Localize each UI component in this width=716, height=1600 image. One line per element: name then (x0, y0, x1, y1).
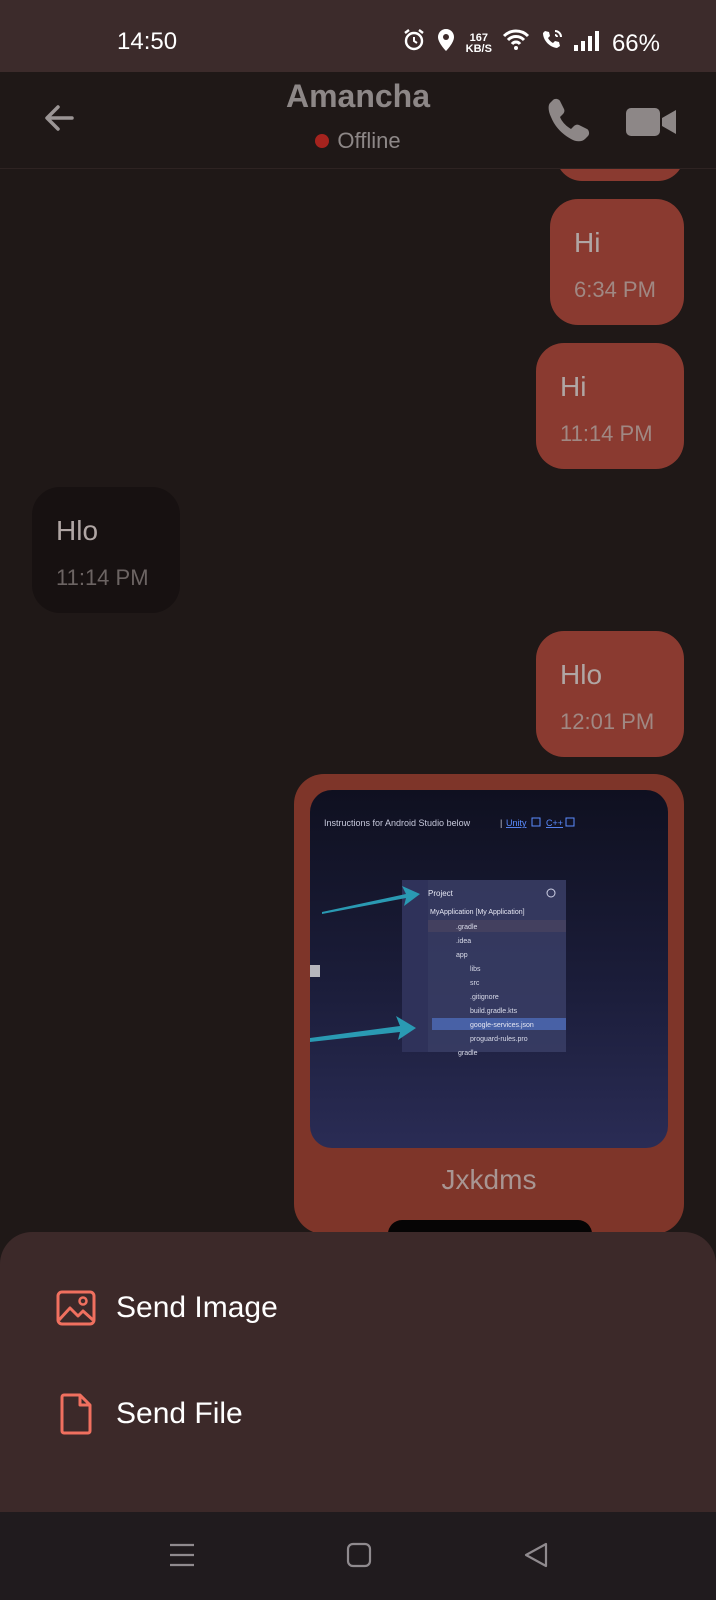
svg-text:google-services.json: google-services.json (470, 1022, 534, 1029)
svg-text:.gitignore: .gitignore (470, 994, 499, 1001)
message-time: 11:14 PM (560, 421, 653, 446)
send-file-label: Send File (116, 1397, 243, 1430)
svg-text:libs: libs (470, 966, 481, 973)
arrow-annotation (310, 1016, 416, 1042)
presence-status: Offline (0, 128, 716, 154)
message-image[interactable]: Instructions for Android Studio below | … (310, 790, 668, 1148)
network-speed: 167 KB/S (465, 31, 492, 55)
presence-dot (315, 134, 330, 148)
message-time: 6:34 PM (574, 277, 656, 302)
system-nav-bar (0, 1512, 716, 1600)
contact-name[interactable]: Amancha (0, 78, 716, 115)
screenshot-link-unity: Unity (506, 818, 527, 828)
voice-call-button[interactable] (544, 94, 596, 146)
message-list[interactable]: Hi 6:34 PM Hi 11:14 PM Hlo 11:14 PM Hlo … (0, 169, 716, 1232)
back-nav-button[interactable] (522, 1541, 550, 1574)
clock: 14:50 (117, 28, 178, 55)
location-icon (436, 28, 456, 59)
battery-level: 66% (611, 29, 660, 57)
message-bubble-outgoing[interactable]: Hi 11:14 PM (536, 343, 684, 469)
net-speed-value: 167 (469, 31, 488, 44)
menu-icon (170, 1543, 194, 1567)
home-button[interactable] (346, 1542, 372, 1573)
svg-text:build.gradle.kts: build.gradle.kts (470, 1008, 518, 1015)
screenshot-panel-title: Project (428, 889, 454, 898)
send-image-option[interactable]: Send Image (56, 1276, 656, 1340)
status-bar: 14:50 167 KB/S 66% (0, 0, 716, 72)
video-call-button[interactable] (624, 96, 678, 148)
recents-button[interactable] (168, 1542, 196, 1573)
message-bubble-outgoing[interactable]: Hlo 12:01 PM (536, 631, 684, 757)
attachment-sheet: Send Image Send File (0, 1232, 716, 1512)
svg-text:|: | (500, 818, 502, 828)
send-image-label: Send Image (116, 1291, 278, 1324)
send-file-option[interactable]: Send File (56, 1382, 656, 1446)
presence-label: Offline (337, 128, 401, 153)
triangle-back-icon (524, 1542, 548, 1568)
svg-text:app: app (456, 952, 468, 959)
square-icon (346, 1542, 372, 1568)
svg-text:src: src (470, 980, 480, 987)
message-bubble-partial (556, 169, 684, 181)
message-time: 12:01 PM (560, 709, 655, 734)
video-camera-icon (626, 108, 676, 136)
wifi-icon (502, 29, 530, 58)
svg-text:.gradle: .gradle (456, 924, 478, 931)
message-text: Hi (560, 371, 587, 402)
message-time: 11:14 PM (56, 565, 149, 590)
image-caption: Jxkdms (441, 1164, 537, 1195)
message-text: Hlo (56, 515, 99, 546)
file-icon (60, 1393, 92, 1435)
wifi-calling-icon (540, 28, 564, 59)
svg-text:.idea: .idea (456, 938, 471, 945)
alarm-icon (402, 28, 426, 59)
image-message-bubble[interactable]: Instructions for Android Studio below | … (294, 774, 684, 1232)
svg-text:MyApplication [My Application]: MyApplication [My Application] (430, 909, 525, 916)
screenshot-instructions: Instructions for Android Studio below (324, 818, 471, 828)
phone-icon (548, 98, 590, 142)
svg-text:proguard-rules.pro: proguard-rules.pro (470, 1036, 528, 1043)
android-studio-screenshot: Instructions for Android Studio below | … (310, 817, 575, 1057)
message-bubble-outgoing[interactable]: Hi 6:34 PM (550, 199, 684, 325)
message-bubble-incoming[interactable]: Hlo 11:14 PM (32, 487, 180, 613)
image-icon (56, 1290, 96, 1326)
message-text: Hlo (560, 659, 603, 690)
svg-text:gradle: gradle (458, 1050, 478, 1057)
screenshot-link-cpp: C++ (546, 818, 563, 828)
chat-header: Amancha Offline (0, 72, 716, 169)
signal-icon (573, 30, 602, 58)
media-overlay (388, 1220, 592, 1232)
status-icons: 167 KB/S 66% (402, 28, 660, 59)
message-text: Hi (574, 227, 601, 258)
net-speed-unit: KB/S (465, 42, 492, 55)
